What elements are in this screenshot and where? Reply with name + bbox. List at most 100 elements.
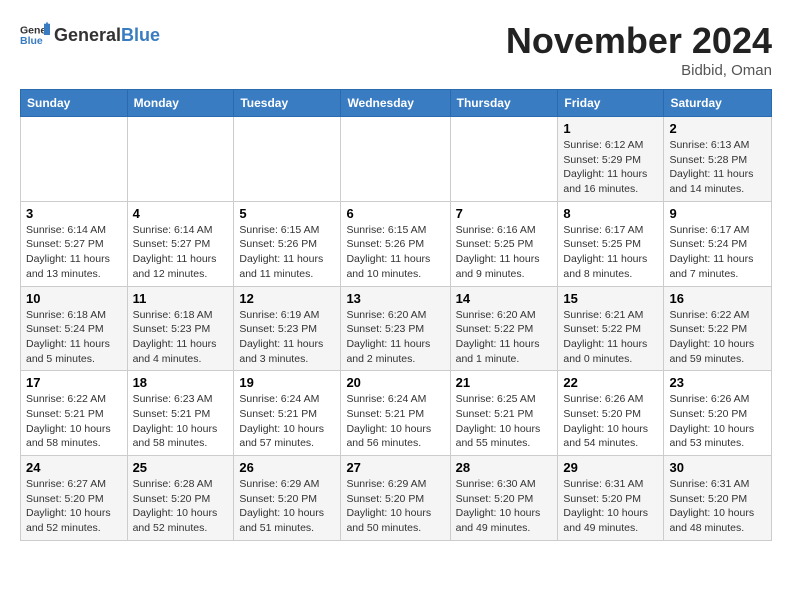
- day-number: 25: [133, 460, 229, 475]
- day-number: 21: [456, 375, 553, 390]
- day-number: 4: [133, 206, 229, 221]
- day-info: Sunrise: 6:20 AM Sunset: 5:23 PM Dayligh…: [346, 308, 444, 367]
- calendar-cell: 10 Sunrise: 6:18 AM Sunset: 5:24 PM Dayli…: [21, 286, 128, 371]
- day-number: 29: [563, 460, 658, 475]
- svg-text:Blue: Blue: [20, 35, 43, 47]
- day-number: 8: [563, 206, 658, 221]
- calendar-cell: 25 Sunrise: 6:28 AM Sunset: 5:20 PM Dayli…: [127, 456, 234, 541]
- calendar-cell: 19 Sunrise: 6:24 AM Sunset: 5:21 PM Dayli…: [234, 371, 341, 456]
- calendar-cell: 14 Sunrise: 6:20 AM Sunset: 5:22 PM Dayli…: [450, 286, 558, 371]
- weekday-header-sunday: Sunday: [21, 90, 128, 117]
- day-number: 13: [346, 291, 444, 306]
- calendar-cell: 16 Sunrise: 6:22 AM Sunset: 5:22 PM Dayli…: [664, 286, 772, 371]
- day-info: Sunrise: 6:15 AM Sunset: 5:26 PM Dayligh…: [239, 223, 335, 282]
- calendar-cell: 24 Sunrise: 6:27 AM Sunset: 5:20 PM Dayli…: [21, 456, 128, 541]
- day-info: Sunrise: 6:13 AM Sunset: 5:28 PM Dayligh…: [669, 138, 766, 197]
- day-info: Sunrise: 6:27 AM Sunset: 5:20 PM Dayligh…: [26, 477, 122, 536]
- calendar-cell: 3 Sunrise: 6:14 AM Sunset: 5:27 PM Daylig…: [21, 201, 128, 286]
- calendar-cell: 4 Sunrise: 6:14 AM Sunset: 5:27 PM Daylig…: [127, 201, 234, 286]
- calendar-cell: [450, 117, 558, 202]
- day-number: 15: [563, 291, 658, 306]
- week-row-1: 1Sunrise: 6:12 AM Sunset: 5:29 PM Daylig…: [21, 117, 772, 202]
- calendar-cell: 29 Sunrise: 6:31 AM Sunset: 5:20 PM Dayli…: [558, 456, 664, 541]
- day-info: Sunrise: 6:29 AM Sunset: 5:20 PM Dayligh…: [346, 477, 444, 536]
- day-info: Sunrise: 6:17 AM Sunset: 5:24 PM Dayligh…: [669, 223, 766, 282]
- day-number: 20: [346, 375, 444, 390]
- day-info: Sunrise: 6:31 AM Sunset: 5:20 PM Dayligh…: [563, 477, 658, 536]
- calendar-cell: 13 Sunrise: 6:20 AM Sunset: 5:23 PM Dayli…: [341, 286, 450, 371]
- day-number: 24: [26, 460, 122, 475]
- day-number: 5: [239, 206, 335, 221]
- calendar-cell: 18 Sunrise: 6:23 AM Sunset: 5:21 PM Dayli…: [127, 371, 234, 456]
- page-header: General Blue GeneralBlue November 2024 B…: [20, 20, 772, 79]
- calendar-cell: 28Sunrise: 6:30 AM Sunset: 5:20 PM Dayli…: [450, 456, 558, 541]
- day-info: Sunrise: 6:22 AM Sunset: 5:21 PM Dayligh…: [26, 392, 122, 451]
- day-number: 2: [669, 121, 766, 136]
- calendar-cell: 8Sunrise: 6:17 AM Sunset: 5:25 PM Daylig…: [558, 201, 664, 286]
- calendar-cell: 5 Sunrise: 6:15 AM Sunset: 5:26 PM Daylig…: [234, 201, 341, 286]
- calendar-cell: 17 Sunrise: 6:22 AM Sunset: 5:21 PM Dayli…: [21, 371, 128, 456]
- weekday-header-saturday: Saturday: [664, 90, 772, 117]
- day-info: Sunrise: 6:29 AM Sunset: 5:20 PM Dayligh…: [239, 477, 335, 536]
- day-number: 17: [26, 375, 122, 390]
- day-info: Sunrise: 6:28 AM Sunset: 5:20 PM Dayligh…: [133, 477, 229, 536]
- day-number: 26: [239, 460, 335, 475]
- calendar-cell: 15 Sunrise: 6:21 AM Sunset: 5:22 PM Dayli…: [558, 286, 664, 371]
- weekday-header-thursday: Thursday: [450, 90, 558, 117]
- day-info: Sunrise: 6:20 AM Sunset: 5:22 PM Dayligh…: [456, 308, 553, 367]
- week-row-2: 3 Sunrise: 6:14 AM Sunset: 5:27 PM Daylig…: [21, 201, 772, 286]
- day-info: Sunrise: 6:16 AM Sunset: 5:25 PM Dayligh…: [456, 223, 553, 282]
- calendar-cell: 23 Sunrise: 6:26 AM Sunset: 5:20 PM Dayli…: [664, 371, 772, 456]
- day-number: 18: [133, 375, 229, 390]
- day-number: 19: [239, 375, 335, 390]
- day-info: Sunrise: 6:15 AM Sunset: 5:26 PM Dayligh…: [346, 223, 444, 282]
- calendar-cell: 6 Sunrise: 6:15 AM Sunset: 5:26 PM Daylig…: [341, 201, 450, 286]
- weekday-header-monday: Monday: [127, 90, 234, 117]
- day-number: 22: [563, 375, 658, 390]
- day-number: 14: [456, 291, 553, 306]
- day-number: 1: [563, 121, 658, 136]
- day-info: Sunrise: 6:14 AM Sunset: 5:27 PM Dayligh…: [26, 223, 122, 282]
- calendar-cell: 2 Sunrise: 6:13 AM Sunset: 5:28 PM Daylig…: [664, 117, 772, 202]
- calendar-cell: [234, 117, 341, 202]
- week-row-5: 24 Sunrise: 6:27 AM Sunset: 5:20 PM Dayli…: [21, 456, 772, 541]
- calendar-cell: [21, 117, 128, 202]
- calendar-cell: 30 Sunrise: 6:31 AM Sunset: 5:20 PM Dayli…: [664, 456, 772, 541]
- day-number: 10: [26, 291, 122, 306]
- calendar-cell: 12 Sunrise: 6:19 AM Sunset: 5:23 PM Dayli…: [234, 286, 341, 371]
- weekday-header-tuesday: Tuesday: [234, 90, 341, 117]
- calendar-cell: 11Sunrise: 6:18 AM Sunset: 5:23 PM Dayli…: [127, 286, 234, 371]
- weekday-header-wednesday: Wednesday: [341, 90, 450, 117]
- day-number: 3: [26, 206, 122, 221]
- location: Bidbid, Oman: [506, 62, 772, 79]
- day-number: 30: [669, 460, 766, 475]
- day-number: 16: [669, 291, 766, 306]
- day-info: Sunrise: 6:30 AM Sunset: 5:20 PM Dayligh…: [456, 477, 553, 536]
- day-info: Sunrise: 6:14 AM Sunset: 5:27 PM Dayligh…: [133, 223, 229, 282]
- day-info: Sunrise: 6:31 AM Sunset: 5:20 PM Dayligh…: [669, 477, 766, 536]
- calendar-cell: 22Sunrise: 6:26 AM Sunset: 5:20 PM Dayli…: [558, 371, 664, 456]
- day-info: Sunrise: 6:21 AM Sunset: 5:22 PM Dayligh…: [563, 308, 658, 367]
- weekday-header-friday: Friday: [558, 90, 664, 117]
- calendar-cell: 20Sunrise: 6:24 AM Sunset: 5:21 PM Dayli…: [341, 371, 450, 456]
- calendar-table: SundayMondayTuesdayWednesdayThursdayFrid…: [20, 89, 772, 541]
- day-info: Sunrise: 6:22 AM Sunset: 5:22 PM Dayligh…: [669, 308, 766, 367]
- day-number: 12: [239, 291, 335, 306]
- day-info: Sunrise: 6:23 AM Sunset: 5:21 PM Dayligh…: [133, 392, 229, 451]
- day-number: 6: [346, 206, 444, 221]
- day-info: Sunrise: 6:26 AM Sunset: 5:20 PM Dayligh…: [669, 392, 766, 451]
- week-row-3: 10 Sunrise: 6:18 AM Sunset: 5:24 PM Dayli…: [21, 286, 772, 371]
- day-info: Sunrise: 6:24 AM Sunset: 5:21 PM Dayligh…: [239, 392, 335, 451]
- day-number: 23: [669, 375, 766, 390]
- day-number: 9: [669, 206, 766, 221]
- weekday-header-row: SundayMondayTuesdayWednesdayThursdayFrid…: [21, 90, 772, 117]
- day-info: Sunrise: 6:19 AM Sunset: 5:23 PM Dayligh…: [239, 308, 335, 367]
- logo-icon: General Blue: [20, 20, 50, 50]
- calendar-cell: [127, 117, 234, 202]
- day-number: 7: [456, 206, 553, 221]
- day-info: Sunrise: 6:18 AM Sunset: 5:24 PM Dayligh…: [26, 308, 122, 367]
- calendar-cell: [341, 117, 450, 202]
- calendar-cell: 7 Sunrise: 6:16 AM Sunset: 5:25 PM Daylig…: [450, 201, 558, 286]
- day-info: Sunrise: 6:25 AM Sunset: 5:21 PM Dayligh…: [456, 392, 553, 451]
- calendar-cell: 26 Sunrise: 6:29 AM Sunset: 5:20 PM Dayli…: [234, 456, 341, 541]
